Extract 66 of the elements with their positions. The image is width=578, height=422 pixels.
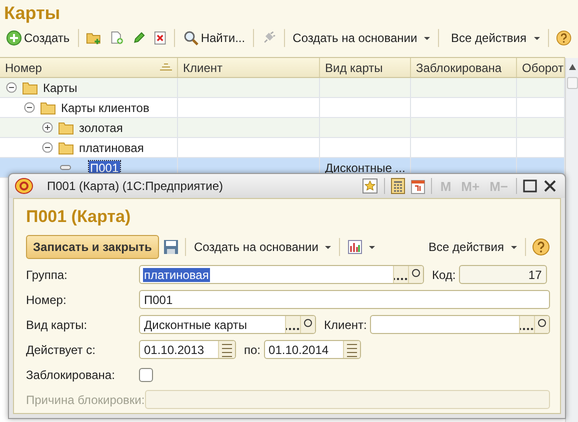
create-button[interactable]: Создать xyxy=(4,30,72,46)
code-field[interactable]: 17 xyxy=(458,265,547,284)
calculator-icon[interactable] xyxy=(391,178,406,194)
expander-icon[interactable] xyxy=(24,102,35,113)
pencil-icon[interactable] xyxy=(132,30,146,46)
blocked-checkbox[interactable] xyxy=(139,368,153,382)
help-icon[interactable] xyxy=(532,238,550,256)
row-name: П001 xyxy=(89,160,120,174)
calendar-icon[interactable] xyxy=(411,178,426,194)
field-label: Номер: xyxy=(26,292,68,306)
date-field[interactable]: 01.10.2014 xyxy=(264,340,361,359)
item-dash-icon xyxy=(60,165,71,170)
plus-icon xyxy=(6,30,22,46)
folder-icon xyxy=(22,80,38,94)
folder-plus-icon[interactable] xyxy=(86,30,102,46)
row-name: золотая xyxy=(79,120,123,134)
column-header[interactable]: Вид карты xyxy=(320,58,411,77)
group-field[interactable]: платиновая xyxy=(139,265,424,284)
help-icon[interactable] xyxy=(556,29,572,47)
window-title: П001 (Карта) (1С:Предприятие) xyxy=(47,179,224,193)
expander-icon[interactable] xyxy=(42,122,53,133)
create-based-button[interactable]: Создать на основании xyxy=(290,31,432,45)
column-header[interactable]: Клиент xyxy=(178,58,320,77)
save-icon[interactable] xyxy=(162,239,179,255)
expander-icon[interactable] xyxy=(6,82,17,93)
field-label: Действует с: xyxy=(26,342,96,356)
field-label: Заблокирована: xyxy=(26,368,116,382)
folder-icon xyxy=(58,120,74,134)
expander-icon[interactable] xyxy=(42,142,53,153)
table-row[interactable]: золотая xyxy=(0,118,565,138)
table-cell: Дисконтные ... xyxy=(325,160,406,174)
client-field[interactable] xyxy=(370,315,550,334)
sort-icon xyxy=(159,63,173,71)
date-field[interactable]: 01.10.2013 xyxy=(139,340,236,359)
field-label: по: xyxy=(244,342,261,356)
field-label: Вид карты: xyxy=(26,318,88,332)
find-button[interactable]: Найти... xyxy=(180,30,248,46)
folder-icon xyxy=(40,100,56,114)
field-label: Причина блокировки: xyxy=(26,392,145,406)
delete-icon[interactable] xyxy=(154,30,166,46)
all-actions-button[interactable]: Все действия xyxy=(449,31,542,45)
field-label: Клиент: xyxy=(324,318,367,332)
column-header[interactable]: Номер xyxy=(0,58,178,77)
number-field[interactable]: П001 xyxy=(139,290,550,309)
row-name: Карты клиентов xyxy=(61,100,150,114)
row-name: платиновая xyxy=(79,140,144,154)
row-name: Карты xyxy=(43,80,78,94)
report-menu-button[interactable] xyxy=(346,240,378,254)
close-icon[interactable] xyxy=(543,179,557,193)
star-icon[interactable] xyxy=(362,178,378,194)
document-plus-icon[interactable] xyxy=(110,30,124,46)
maximize-icon[interactable] xyxy=(523,179,537,193)
field-label: Код: xyxy=(432,268,456,282)
table-row[interactable]: Карты xyxy=(0,78,565,98)
card-type-field[interactable]: Дисконтные карты xyxy=(139,315,316,334)
column-header[interactable]: Заблокирована xyxy=(411,58,517,77)
save-and-close-button[interactable]: Записать и закрыть xyxy=(26,235,159,259)
search-icon xyxy=(182,30,199,46)
page-title: Карты xyxy=(3,2,60,25)
scroll-bar[interactable] xyxy=(565,58,578,422)
create-based-button[interactable]: Создать на основании xyxy=(192,240,334,254)
app-logo-icon xyxy=(15,178,33,194)
form-heading: П001 (Карта) xyxy=(26,207,131,228)
field-label: Группа: xyxy=(26,268,68,282)
folder-icon xyxy=(58,140,74,154)
all-actions-button[interactable]: Все действия xyxy=(426,240,519,254)
